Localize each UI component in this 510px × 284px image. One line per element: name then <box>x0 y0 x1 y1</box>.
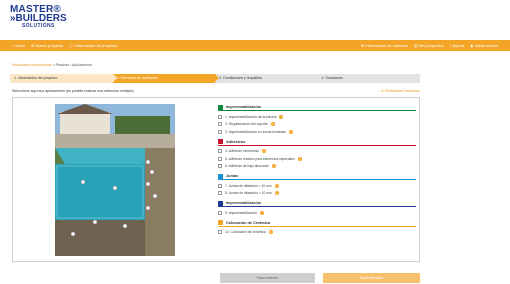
group-color-swatch <box>218 173 223 179</box>
logo-line-builders: »BUILDERS <box>10 13 67 24</box>
nav-link-label: Inicio <box>15 43 25 48</box>
application-group: Colocación de Cerámica 10. Colocación de … <box>218 220 416 237</box>
info-icon[interactable]: i <box>272 164 276 169</box>
option-checkbox[interactable] <box>218 164 222 169</box>
option-checkbox[interactable] <box>218 149 222 154</box>
application-option[interactable]: 5. Adhesivo reactivo para elementos espe… <box>218 155 416 163</box>
next-step-button[interactable]: Siguiente paso <box>323 273 420 283</box>
group-color-swatch <box>218 139 223 144</box>
pool-diagram-image <box>55 104 175 256</box>
nav-link-right-3[interactable]: ♟ Iniciar sesión <box>470 43 498 48</box>
option-checkbox[interactable] <box>218 183 222 188</box>
group-header: Impermeabilización <box>218 200 416 207</box>
application-option[interactable]: 4. Adhesivo cementoso i <box>218 148 416 156</box>
breadcrumb-current: Piscinas / Aplicaciones <box>55 63 93 67</box>
option-label: 3. Impermeabilización en zonas húmedas <box>225 129 286 134</box>
nav-link-right-2[interactable]: ? Ayuda <box>450 43 464 48</box>
nav-link-right-1[interactable]: ▤ Mis proyectos <box>414 43 444 48</box>
application-option[interactable]: 7. Juntas de dilatación > 10 mm i <box>218 182 416 190</box>
option-checkbox[interactable] <box>218 210 222 215</box>
application-option[interactable]: 10. Colocación de cerámica i <box>218 229 416 237</box>
application-option[interactable]: 6. Adhesivo de baja absorción i <box>218 163 416 171</box>
nav-link-label: Información de contacto <box>365 43 408 48</box>
group-title: Impermeabilización <box>226 105 262 109</box>
option-label: 8. Juntas de dilatación < 10 mm <box>225 191 272 196</box>
info-icon[interactable]: i <box>268 230 273 235</box>
navbar-right-links: ✉ Información de contacto ▤ Mis proyectos… <box>361 43 498 48</box>
application-group: Juntas 7. Juntas de dilatación > 10 mm i 8.… <box>218 173 416 197</box>
info-icon[interactable]: i <box>297 156 302 161</box>
option-label: 6. Adhesivo de baja absorción <box>225 164 269 169</box>
option-checkbox[interactable] <box>218 191 222 196</box>
nav-link-label: Nuevo proyecto <box>35 43 64 48</box>
group-title: Juntas <box>226 174 239 178</box>
wizard-step-2: 2. Selección de aplicación <box>112 74 219 83</box>
pool-diagram[interactable] <box>55 104 175 256</box>
nav-link-left-2[interactable]: ⓘ Información de proyecto <box>69 43 117 49</box>
application-selector-panel: Impermeabilización 1. Impermeabilización … <box>12 97 420 262</box>
application-groups: Impermeabilización 1. Impermeabilización … <box>218 104 416 239</box>
wizard-step-4: 4. Soluciones <box>317 74 420 83</box>
option-label: 10. Colocación de cerámica <box>225 230 266 235</box>
option-label: 2. Regularización del soporte <box>225 122 268 127</box>
nav-link-left-0[interactable]: ⌂ Inicio <box>12 43 25 49</box>
nav-link-label: Iniciar sesión <box>474 43 498 48</box>
info-icon[interactable]: i <box>270 122 275 127</box>
nav-link-label: Información de proyecto <box>74 43 118 48</box>
group-color-swatch <box>218 200 223 206</box>
info-icon[interactable]: i <box>274 191 279 196</box>
info-icon[interactable]: i <box>279 114 284 119</box>
option-label: 5. Adhesivo reactivo para elementos espe… <box>225 156 295 161</box>
option-checkbox[interactable] <box>218 129 222 134</box>
info-icon[interactable]: i <box>274 183 279 188</box>
reset-selection-link[interactable]: ⊘ Restablecer selección <box>381 89 420 93</box>
group-title: Impermeabilización <box>226 201 262 205</box>
application-option[interactable]: 3. Impermeabilización en zonas húmedas i <box>218 128 416 136</box>
info-icon[interactable]: i <box>288 129 293 134</box>
option-checkbox[interactable] <box>218 114 222 119</box>
group-color-swatch <box>218 220 223 225</box>
application-group: Impermeabilización 9. Impermeabilización i <box>218 200 416 217</box>
reset-selection-label: Restablecer selección <box>384 89 420 93</box>
nav-link-right-0[interactable]: ✉ Información de contacto <box>361 43 408 48</box>
top-navbar: ⌂ Inicio ⊕ Nuevo proyecto ⓘ Información de… <box>0 40 510 51</box>
application-option[interactable]: 8. Juntas de dilatación < 10 mm i <box>218 190 416 198</box>
group-header: Colocación de Cerámica <box>218 220 416 227</box>
wizard-step-3: 3. Condiciones y requisitos <box>215 74 321 83</box>
instruction-text: Seleccione aquí sus aplicaciones (es pos… <box>12 89 134 93</box>
group-title: Adhesivos <box>226 139 246 144</box>
navbar-left-links: ⌂ Inicio ⊕ Nuevo proyecto ⓘ Información de… <box>12 43 117 49</box>
application-option[interactable]: 2. Regularización del soporte i <box>218 121 416 129</box>
option-label: 7. Juntas de dilatación > 10 mm <box>225 183 272 188</box>
group-header: Impermeabilización <box>218 104 416 111</box>
group-header: Adhesivos <box>218 139 416 146</box>
breadcrumb-link[interactable]: Soluciones constructivas <box>12 63 52 67</box>
application-option[interactable]: 9. Impermeabilización i <box>218 209 416 217</box>
option-checkbox[interactable] <box>218 122 222 127</box>
application-group: Adhesivos 4. Adhesivo cementoso i 5. Adhesi… <box>218 139 416 171</box>
logo: MASTER® »BUILDERS SOLUTIONS <box>10 5 80 35</box>
breadcrumb: Soluciones constructivas > Piscinas / Ap… <box>12 63 93 67</box>
option-checkbox[interactable] <box>218 230 222 235</box>
option-label: 4. Adhesivo cementoso <box>225 149 260 154</box>
group-color-swatch <box>218 104 223 110</box>
option-checkbox[interactable] <box>218 156 222 161</box>
nav-link-left-1[interactable]: ⊕ Nuevo proyecto <box>31 43 63 49</box>
application-group: Impermeabilización 1. Impermeabilización … <box>218 104 416 136</box>
wizard-step-1[interactable]: 1. Información del proyecto <box>10 74 116 83</box>
option-label: 9. Impermeabilización <box>225 210 258 215</box>
info-icon[interactable]: i <box>262 149 267 154</box>
application-option[interactable]: 1. Impermeabilización de la piscina i <box>218 113 416 121</box>
nav-link-label: Ayuda <box>452 43 464 48</box>
previous-step-button[interactable]: Paso anterior <box>220 273 315 283</box>
group-header: Juntas <box>218 173 416 180</box>
info-icon[interactable]: i <box>260 210 265 215</box>
nav-link-label: Mis proyectos <box>418 43 444 48</box>
option-label: 1. Impermeabilización de la piscina <box>225 114 277 119</box>
group-title: Colocación de Cerámica <box>226 220 271 225</box>
wizard-steps: 1. Información del proyecto 2. Selección … <box>10 74 420 83</box>
